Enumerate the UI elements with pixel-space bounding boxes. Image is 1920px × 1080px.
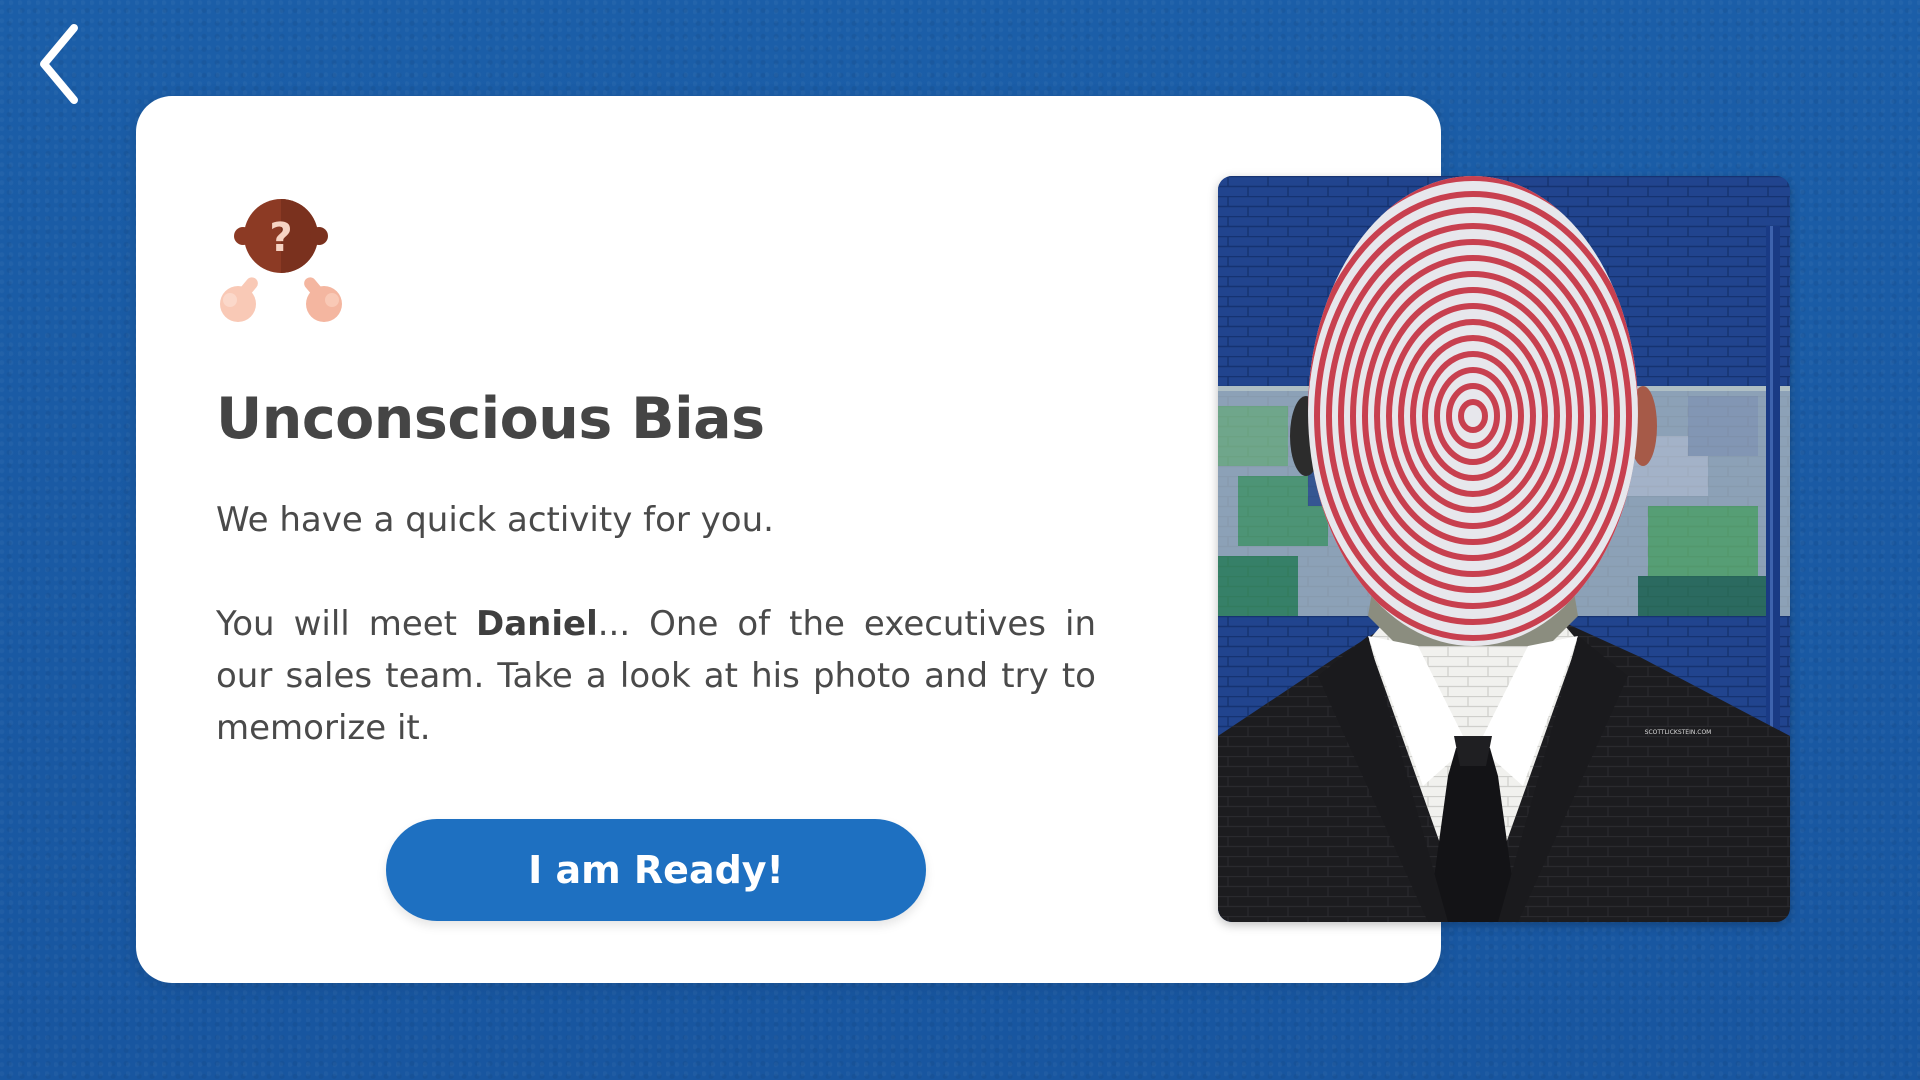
back-button[interactable] [36, 22, 86, 106]
daniel-photo: SCOTTLICKSTEIN.COM [1218, 176, 1790, 922]
chevron-left-icon [40, 24, 78, 104]
instruction-text: You will meet Daniel... One of the execu… [216, 598, 1096, 754]
ready-button[interactable]: I am Ready! [386, 819, 926, 921]
intro-text: We have a quick activity for you. [216, 500, 774, 540]
activity-description: We have a quick activity for you. You wi… [216, 494, 1096, 754]
photo-watermark: SCOTTLICKSTEIN.COM [1645, 729, 1712, 736]
page-title: Unconscious Bias [216, 386, 765, 452]
person-name: Daniel [476, 604, 598, 644]
person-question-icon: ? [216, 196, 346, 326]
instruction-prefix: You will meet [216, 604, 476, 644]
svg-text:?: ? [269, 215, 292, 261]
